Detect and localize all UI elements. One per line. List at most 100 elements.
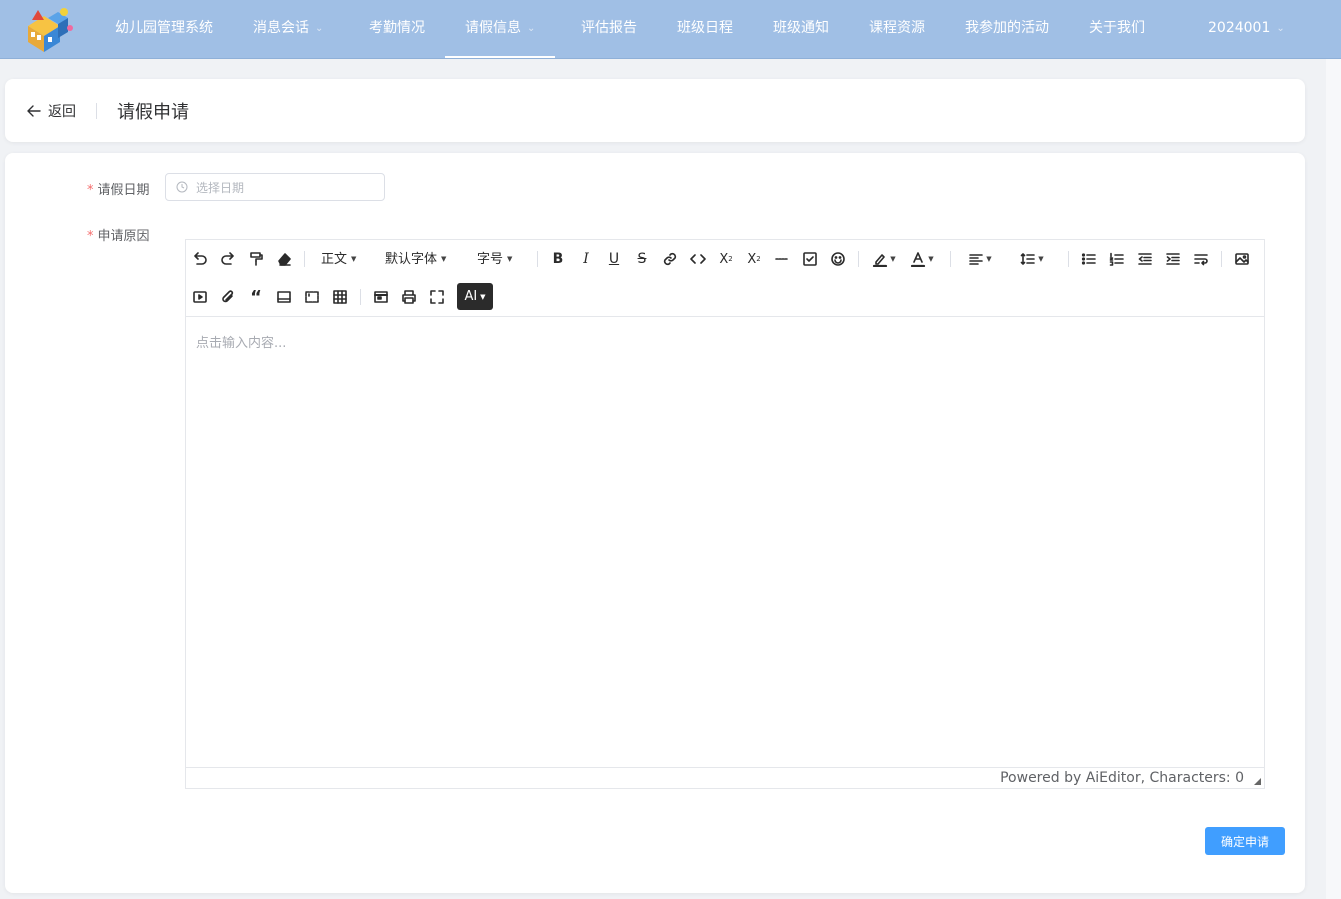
nav-item-label: 班级日程 [677, 20, 733, 36]
nav-item-label: 考勤情况 [369, 20, 425, 36]
caret-down-icon: ▼ [507, 255, 513, 263]
break-icon[interactable] [1189, 247, 1213, 271]
resize-handle-icon[interactable] [1254, 778, 1261, 785]
caret-down-icon: ▼ [986, 255, 992, 263]
bullet-list-icon[interactable] [1077, 247, 1101, 271]
user-id: 2024001 [1208, 20, 1271, 36]
font-size-select[interactable]: 字号 ▼ [477, 247, 512, 271]
code-icon[interactable] [686, 247, 710, 271]
nav-item-label: 评估报告 [581, 20, 637, 36]
nav-item-activities[interactable]: 我参加的活动 [965, 0, 1049, 58]
caret-down-icon: ▼ [441, 255, 447, 263]
toolbar-divider [950, 251, 951, 267]
editor-content-area[interactable]: 点击输入内容... [186, 318, 1264, 767]
toolbar-divider [537, 251, 538, 267]
editor-toolbar: 正文 ▼ 默认字体 ▼ 字号 ▼ B I U S X2 X2 ▼ ▼ ▼ ▼ “… [186, 240, 1264, 317]
format-painter-icon[interactable] [244, 247, 268, 271]
top-navbar: 幼儿园管理系统 消息会话 ⌄ 考勤情况 请假信息 ⌄ 评估报告 班级日程 班级通知 … [0, 0, 1341, 59]
strikethrough-icon[interactable]: S [630, 247, 654, 271]
nav-item-messages[interactable]: 消息会话 ⌄ [253, 0, 323, 58]
undo-icon[interactable] [188, 247, 212, 271]
nav-item-leave[interactable]: 请假信息 ⌄ [445, 0, 556, 58]
nav-item-about[interactable]: 关于我们 [1089, 0, 1145, 58]
bold-icon[interactable]: B [546, 247, 570, 271]
editor-status-text: Powered by AiEditor, Characters: 0 [1000, 770, 1244, 786]
table-icon[interactable] [328, 285, 352, 309]
reason-label-text: 申请原因 [97, 229, 150, 244]
subscript-icon[interactable]: X2 [714, 247, 738, 271]
reason-label: * 申请原因 [87, 225, 150, 244]
hr-icon[interactable] [770, 247, 794, 271]
nav-item-label: 班级通知 [773, 20, 829, 36]
fullscreen-icon[interactable] [425, 285, 449, 309]
superscript-icon[interactable]: X2 [742, 247, 766, 271]
chevron-down-icon: ⌄ [527, 23, 536, 34]
date-placeholder: 选择日期 [196, 180, 245, 195]
print-icon[interactable] [397, 285, 421, 309]
emoji-icon[interactable] [826, 247, 850, 271]
image-icon[interactable] [1230, 247, 1254, 271]
redo-icon[interactable] [216, 247, 240, 271]
font-size-select-label: 字号 [477, 252, 504, 267]
font-family-select[interactable]: 默认字体 ▼ [385, 247, 446, 271]
video-icon[interactable] [188, 285, 212, 309]
indent-icon[interactable] [1161, 247, 1185, 271]
required-mark: * [87, 229, 94, 244]
back-button[interactable]: 返回 [26, 100, 76, 122]
align-icon[interactable]: ▼ [964, 247, 996, 271]
ordered-list-icon[interactable] [1105, 247, 1129, 271]
school-logo-icon[interactable] [24, 6, 76, 54]
nav-item-label: 关于我们 [1089, 20, 1145, 36]
font-family-select-label: 默认字体 [385, 252, 438, 267]
back-label: 返回 [48, 104, 76, 120]
nav-brand[interactable]: 幼儿园管理系统 [115, 0, 213, 58]
link-icon[interactable] [658, 247, 682, 271]
attachment-icon[interactable] [216, 285, 240, 309]
clock-icon [176, 181, 188, 193]
editor-placeholder: 点击输入内容... [196, 336, 287, 351]
leave-form: * 请假日期 选择日期 * 申请原因 正文 ▼ 默认字体 ▼ 字号 ▼ B I U S X… [5, 153, 1305, 893]
page-title: 请假申请 [117, 102, 189, 123]
nav-item-schedule[interactable]: 班级日程 [677, 0, 733, 58]
nav-item-label: 课程资源 [869, 20, 925, 36]
todo-icon[interactable] [798, 247, 822, 271]
nav-item-evaluation[interactable]: 评估报告 [581, 0, 637, 58]
container-icon[interactable] [272, 285, 296, 309]
italic-icon[interactable]: I [574, 247, 598, 271]
nav-item-notice[interactable]: 班级通知 [773, 0, 829, 58]
line-height-icon[interactable]: ▼ [1016, 247, 1048, 271]
code-block-icon[interactable] [300, 285, 324, 309]
submit-button[interactable]: 确定申请 [1205, 827, 1285, 855]
arrow-left-icon [27, 105, 41, 117]
paragraph-select-label: 正文 [321, 252, 348, 267]
toolbar-divider [1068, 251, 1069, 267]
page-header: 返回 请假申请 [5, 79, 1305, 142]
editor-footer: Powered by AiEditor, Characters: 0 [186, 767, 1264, 788]
nav-item-label: 我参加的活动 [965, 20, 1049, 36]
date-picker-input[interactable]: 选择日期 [165, 173, 385, 201]
source-code-icon[interactable] [369, 285, 393, 309]
caret-down-icon: ▼ [1038, 255, 1044, 263]
paragraph-select[interactable]: 正文 ▼ [321, 247, 356, 271]
toolbar-divider [858, 251, 859, 267]
nav-user-menu[interactable]: 2024001 ⌄ [1208, 0, 1285, 58]
date-label-text: 请假日期 [97, 183, 150, 198]
underline-icon[interactable]: U [602, 247, 626, 271]
outdent-icon[interactable] [1133, 247, 1157, 271]
ai-menu-button[interactable]: AI ▼ [457, 283, 493, 310]
toolbar-divider [1221, 251, 1222, 267]
quote-icon[interactable]: “ [244, 285, 268, 309]
chevron-down-icon: ⌄ [315, 23, 324, 34]
eraser-icon[interactable] [272, 247, 296, 271]
highlight-icon[interactable]: ▼ [868, 247, 900, 271]
nav-item-attendance[interactable]: 考勤情况 [369, 0, 425, 58]
ai-label: AI [464, 289, 478, 304]
chevron-down-icon: ⌄ [1276, 23, 1285, 34]
page-scrollbar[interactable] [1326, 59, 1341, 899]
caret-down-icon: ▼ [890, 255, 896, 263]
toolbar-divider [304, 251, 305, 267]
date-label: * 请假日期 [87, 179, 150, 198]
font-color-icon[interactable]: ▼ [906, 247, 938, 271]
rich-text-editor: 正文 ▼ 默认字体 ▼ 字号 ▼ B I U S X2 X2 ▼ ▼ ▼ ▼ “… [185, 239, 1265, 789]
nav-item-course[interactable]: 课程资源 [869, 0, 925, 58]
